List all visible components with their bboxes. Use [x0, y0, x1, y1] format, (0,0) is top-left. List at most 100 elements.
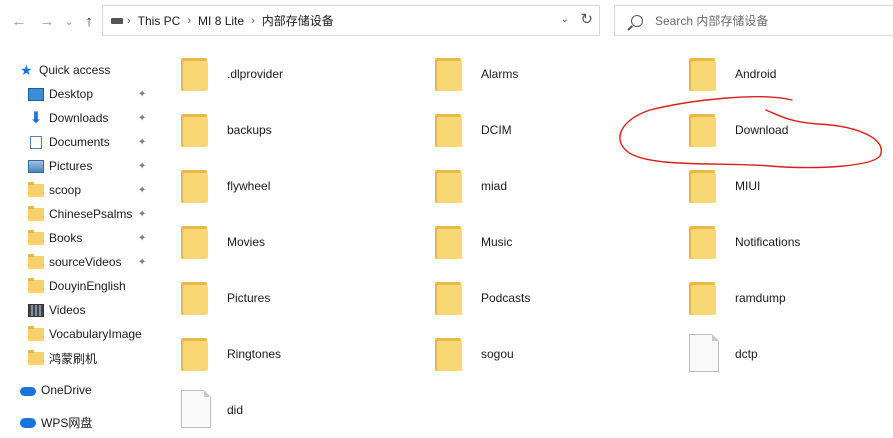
file-list: .dlprovider Alarms Android backups DCIM …	[155, 42, 893, 428]
folder-icon	[28, 325, 44, 341]
desktop-icon	[28, 87, 44, 101]
sidebar-item-label: OneDrive	[41, 383, 92, 397]
folder-icon	[181, 114, 208, 147]
breadcrumb-internal-storage[interactable]: 内部存储设备	[262, 12, 334, 29]
sidebar-item-label: VocabularyImage	[49, 327, 142, 341]
sidebar-item-label: sourceVideos	[49, 255, 122, 269]
sidebar-item-label: 鸿蒙刷机	[49, 351, 98, 366]
item-name: Download	[735, 123, 789, 137]
list-item[interactable]: miad	[435, 162, 675, 214]
list-item[interactable]: flywheel	[181, 162, 421, 214]
star-icon: ★	[20, 61, 33, 78]
sidebar-item-documents[interactable]: Documents ✦	[28, 131, 154, 153]
sidebar-item-videos[interactable]: Videos	[28, 299, 154, 321]
navigation-bar: ← → ⌄ ↑ › This PC › MI 8 Lite › 内部存储设备 ⌄…	[0, 0, 893, 42]
breadcrumb-device[interactable]: MI 8 Lite	[198, 14, 244, 28]
sidebar-item-douyinenglish[interactable]: DouyinEnglish	[28, 275, 154, 297]
list-item[interactable]: Notifications	[689, 218, 893, 270]
sidebar-item-desktop[interactable]: Desktop ✦	[28, 83, 154, 105]
sidebar-item-pictures[interactable]: Pictures ✦	[28, 155, 154, 177]
list-item[interactable]: Music	[435, 218, 675, 270]
address-dropdown-icon[interactable]: ⌄	[561, 14, 569, 25]
sidebar-item-downloads[interactable]: ⬇ Downloads ✦	[28, 107, 154, 129]
item-name: miad	[481, 179, 508, 193]
address-bar[interactable]: › This PC › MI 8 Lite › 内部存储设备 ⌄ ↻	[102, 5, 600, 36]
list-item[interactable]: ramdump	[689, 274, 893, 326]
item-name: Podcasts	[481, 291, 531, 305]
list-item[interactable]: .dlprovider	[181, 50, 421, 102]
folder-icon	[181, 282, 208, 315]
sidebar-item-books[interactable]: Books ✦	[28, 227, 154, 249]
sidebar-item-hongmeng[interactable]: 鸿蒙刷机	[28, 347, 154, 369]
forward-arrow-icon[interactable]: →	[36, 10, 58, 32]
sidebar-item-label: Desktop	[49, 87, 94, 101]
search-input[interactable]: Search 内部存储设备	[655, 12, 768, 29]
sidebar-item-label: Pictures	[49, 159, 93, 173]
item-name: Notifications	[735, 235, 801, 249]
pin-icon: ✦	[138, 232, 147, 244]
list-item[interactable]: dctp	[689, 330, 893, 382]
list-item[interactable]: Podcasts	[435, 274, 675, 326]
list-item[interactable]: Movies	[181, 218, 421, 270]
folder-icon	[435, 170, 462, 203]
list-item[interactable]: Pictures	[181, 274, 421, 326]
file-icon	[689, 334, 719, 372]
sidebar-item-sourcevideos[interactable]: sourceVideos ✦	[28, 251, 154, 273]
search-box[interactable]: Search 内部存储设备	[614, 5, 893, 36]
sidebar-item-label: Downloads	[49, 111, 109, 125]
item-name: flywheel	[227, 179, 271, 193]
sidebar-item-scoop[interactable]: scoop ✦	[28, 179, 154, 201]
sidebar-item-label: DouyinEnglish	[49, 279, 126, 293]
refresh-icon[interactable]: ↻	[580, 10, 593, 28]
item-name: DCIM	[481, 123, 512, 137]
sidebar-item-vocabularyimage[interactable]: VocabularyImage	[28, 323, 154, 345]
sidebar-item-label: WPS网盘	[41, 415, 93, 430]
pin-icon: ✦	[138, 88, 147, 100]
folder-icon	[28, 277, 44, 293]
pin-icon: ✦	[138, 208, 147, 220]
back-arrow-icon[interactable]: ←	[8, 10, 30, 32]
item-name: MIUI	[735, 179, 761, 193]
sidebar-item-label: scoop	[49, 183, 82, 197]
list-item-download[interactable]: Download	[689, 106, 893, 158]
folder-icon	[181, 338, 208, 371]
navigation-pane: ★ Quick access Desktop ✦ ⬇ Downloads ✦ D…	[0, 42, 154, 430]
list-item[interactable]: MIUI	[689, 162, 893, 214]
folder-icon	[689, 282, 716, 315]
folder-icon	[435, 58, 462, 91]
sidebar-onedrive[interactable]: OneDrive	[20, 379, 154, 401]
list-item[interactable]: DCIM	[435, 106, 675, 158]
sidebar-item-chinesepsalms[interactable]: ChinesePsalms ✦	[28, 203, 154, 225]
folder-icon	[435, 282, 462, 315]
item-name: Alarms	[481, 67, 519, 81]
sidebar-item-label: Documents	[49, 135, 110, 149]
item-name: dctp	[735, 347, 758, 361]
list-item[interactable]: Alarms	[435, 50, 675, 102]
item-name: ramdump	[735, 291, 786, 305]
item-name: Ringtones	[227, 347, 282, 361]
folder-icon	[689, 114, 716, 147]
sidebar-quick-access[interactable]: ★ Quick access	[20, 59, 154, 81]
sidebar-wps[interactable]: WPS网盘	[20, 411, 154, 433]
item-name: Movies	[227, 235, 266, 249]
sidebar-item-label: Quick access	[39, 63, 111, 77]
list-item[interactable]: Ringtones	[181, 330, 421, 382]
item-name: did	[227, 403, 244, 417]
folder-icon	[28, 181, 44, 197]
up-arrow-icon[interactable]: ↑	[78, 10, 100, 32]
sidebar-item-label: Books	[49, 231, 83, 245]
folder-icon	[28, 229, 44, 245]
recent-locations-chevron-icon[interactable]: ⌄	[58, 10, 80, 32]
video-icon	[28, 303, 44, 317]
list-item[interactable]: Android	[689, 50, 893, 102]
list-item[interactable]: did	[181, 386, 421, 438]
list-item[interactable]: backups	[181, 106, 421, 158]
drive-icon	[111, 17, 123, 24]
folder-icon	[181, 58, 208, 91]
list-item[interactable]: sogou	[435, 330, 675, 382]
download-icon: ⬇	[29, 109, 43, 127]
sidebar-item-label: ChinesePsalms	[49, 207, 133, 221]
folder-icon	[28, 349, 44, 365]
item-name: Android	[735, 67, 777, 81]
breadcrumb-this-pc[interactable]: This PC	[138, 14, 181, 28]
